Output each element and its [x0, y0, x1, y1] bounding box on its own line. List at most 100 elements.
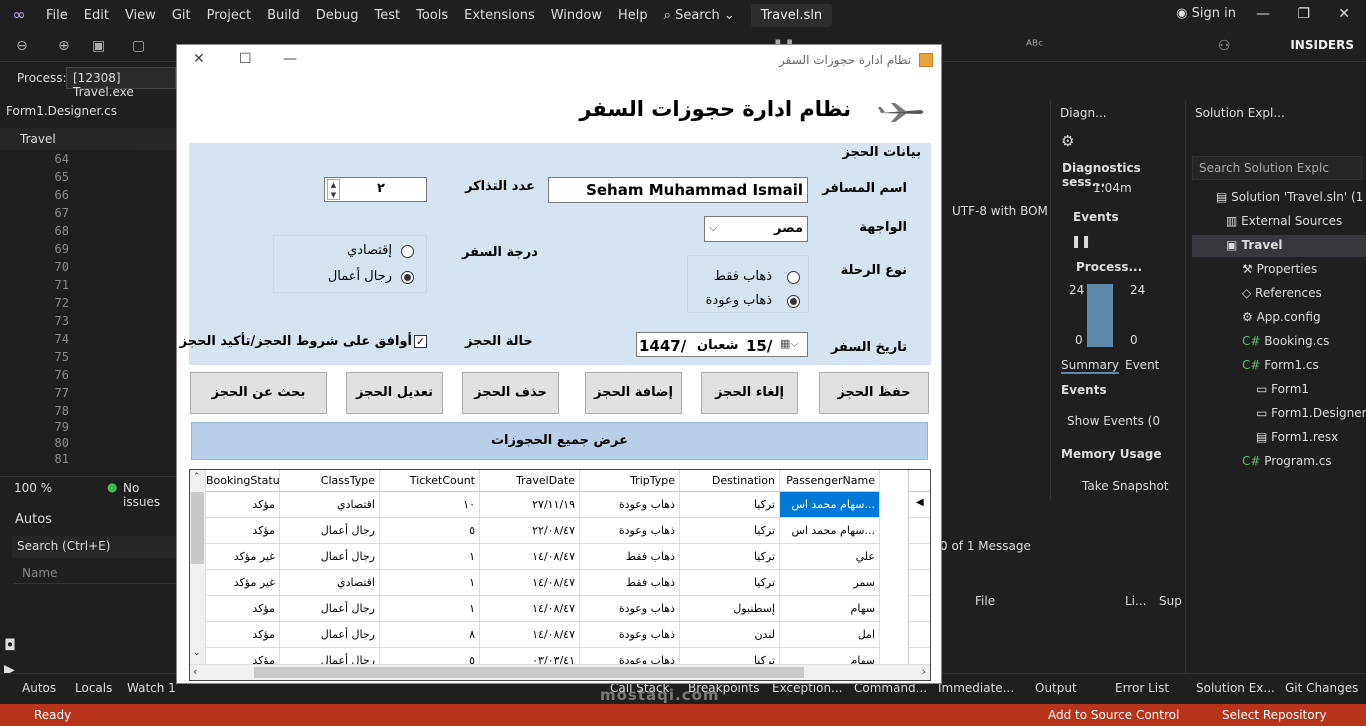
process-select[interactable]: [12308] Travel.exe: [66, 67, 176, 99]
menu-project[interactable]: Project: [199, 8, 259, 23]
gear-icon[interactable]: ⚙: [1061, 132, 1074, 150]
col-ticket-count[interactable]: TicketCount: [380, 470, 480, 492]
tab-immediate[interactable]: Immediate...: [938, 681, 1014, 695]
table-cell[interactable]: ٢٧/١١/١٩: [480, 492, 580, 518]
tree-item-references[interactable]: ◇ References: [1242, 286, 1322, 300]
tree-item-form1-resx[interactable]: ▤ Form1.resx: [1256, 430, 1338, 444]
table-cell[interactable]: ١٠: [380, 492, 480, 518]
table-cell[interactable]: ١٤/٠٨/٤٧: [480, 596, 580, 622]
tab-locals[interactable]: Locals: [75, 681, 112, 695]
menu-help[interactable]: Help: [610, 8, 656, 23]
table-cell[interactable]: ١٤/٠٨/٤٧: [480, 570, 580, 596]
menu-extensions[interactable]: Extensions: [456, 8, 543, 23]
scroll-thumb[interactable]: [191, 492, 204, 564]
tab-git-changes[interactable]: Git Changes: [1285, 681, 1358, 695]
cancel-booking-button[interactable]: إلغاء الحجز: [701, 372, 798, 414]
camera-icon[interactable]: ◘: [4, 636, 16, 654]
tree-item-properties[interactable]: ⚒ Properties: [1242, 262, 1317, 276]
tab-solution-explorer[interactable]: Solution Ex...: [1196, 681, 1275, 695]
trip-round-radio[interactable]: [787, 295, 800, 308]
table-cell[interactable]: سهام محمد اس...: [780, 492, 880, 518]
tab-summary[interactable]: Summary: [1061, 358, 1119, 374]
events-header[interactable]: Events: [1073, 210, 1119, 224]
menu-debug[interactable]: Debug: [308, 8, 367, 23]
col-trip-type[interactable]: TripType: [580, 470, 680, 492]
table-cell[interactable]: تركيا: [680, 518, 780, 544]
tab-error-list[interactable]: Error List: [1115, 681, 1169, 695]
pause-icon[interactable]: ❚❚: [1071, 234, 1091, 248]
ticket-count-stepper[interactable]: ▲ ▼ ٢: [324, 177, 427, 202]
grid-horizontal-scrollbar[interactable]: ‹ ›: [190, 664, 930, 680]
tree-item-solution[interactable]: ▤ Solution 'Travel.sln' (1 c: [1216, 190, 1366, 204]
passenger-name-input[interactable]: Seham Muhammad Ismail: [548, 177, 808, 203]
solution-search-input[interactable]: Search Solution Explc: [1192, 156, 1362, 180]
table-cell[interactable]: إسطنبول: [680, 596, 780, 622]
tab-output[interactable]: Output: [1035, 681, 1077, 695]
col-class-type[interactable]: ClassType: [280, 470, 380, 492]
table-cell[interactable]: رجال أعمال: [280, 544, 380, 570]
minimize-icon[interactable]: —: [283, 51, 297, 67]
table-cell[interactable]: ذهاب وعودة: [580, 492, 680, 518]
col-passenger-name[interactable]: PassengerName: [780, 470, 880, 492]
sign-in-button[interactable]: ◉ Sign in: [1176, 6, 1236, 21]
menu-test[interactable]: Test: [367, 8, 409, 23]
row-header[interactable]: [908, 622, 930, 648]
table-cell[interactable]: رجال أعمال: [280, 518, 380, 544]
open-file-icon[interactable]: ▢: [132, 38, 145, 54]
table-cell[interactable]: تركيا: [680, 570, 780, 596]
forward-icon[interactable]: ⊕: [58, 38, 70, 54]
edit-booking-button[interactable]: تعديل الحجز: [346, 372, 443, 414]
agree-terms-checkbox[interactable]: ✓: [414, 335, 427, 348]
stepper-arrows-icon[interactable]: ▲ ▼: [327, 179, 340, 200]
tree-item-external-sources[interactable]: ▥ External Sources: [1226, 214, 1342, 228]
add-booking-button[interactable]: إضافة الحجز: [585, 372, 682, 414]
scroll-left-icon[interactable]: ‹: [193, 665, 197, 678]
table-cell[interactable]: اقتصادي: [280, 492, 380, 518]
menu-tools[interactable]: Tools: [408, 8, 456, 23]
menu-view[interactable]: View: [117, 8, 164, 23]
table-cell[interactable]: ذهاب وعودة: [580, 622, 680, 648]
show-events-link[interactable]: Show Events (0: [1067, 414, 1160, 428]
menu-edit[interactable]: Edit: [76, 8, 117, 23]
table-cell[interactable]: مؤكد: [206, 492, 280, 518]
tab-events[interactable]: Event: [1125, 358, 1159, 372]
encoding-status[interactable]: UTF-8 with BOM: [952, 204, 1048, 218]
menu-build[interactable]: Build: [259, 8, 308, 23]
row-header[interactable]: [908, 544, 930, 570]
destination-select[interactable]: ⌵ مصر: [704, 216, 808, 242]
table-cell[interactable]: تركيا: [680, 492, 780, 518]
row-header[interactable]: [908, 596, 930, 622]
table-cell[interactable]: سمر: [780, 570, 880, 596]
tree-item-travel[interactable]: ▣ Travel: [1226, 238, 1282, 252]
menu-file[interactable]: File: [38, 8, 76, 23]
table-cell[interactable]: اقتصادي: [280, 570, 380, 596]
table-cell[interactable]: ١٤/٠٨/٤٧: [480, 544, 580, 570]
grid-vertical-scrollbar[interactable]: ⌃ ⌄: [190, 470, 206, 666]
row-header[interactable]: [908, 518, 930, 544]
close-icon[interactable]: ✕: [193, 51, 205, 67]
table-cell[interactable]: ذهاب فقط: [580, 570, 680, 596]
minimize-icon[interactable]: —: [1256, 6, 1270, 22]
class-business-radio[interactable]: [401, 271, 414, 284]
new-project-icon[interactable]: ▣: [92, 38, 105, 54]
table-cell[interactable]: غير مؤكد: [206, 570, 280, 596]
table-cell[interactable]: امل: [780, 622, 880, 648]
table-cell[interactable]: ذهاب وعودة: [580, 518, 680, 544]
class-economy-radio[interactable]: [401, 245, 414, 258]
table-cell[interactable]: سهام: [780, 596, 880, 622]
tree-item-app-config[interactable]: ⚙ App.config: [1242, 310, 1321, 324]
row-header[interactable]: [908, 570, 930, 596]
col-travel-date[interactable]: TravelDate: [480, 470, 580, 492]
menu-git[interactable]: Git: [164, 8, 199, 23]
scroll-up-icon[interactable]: ⌃: [193, 472, 201, 482]
calendar-icon[interactable]: ▦⌵: [780, 337, 799, 351]
spelling-icon[interactable]: ᴬᴮᶜ: [1026, 38, 1043, 54]
take-snapshot-button[interactable]: Take Snapshot: [1082, 479, 1169, 493]
row-header[interactable]: ◀: [908, 492, 930, 518]
table-cell[interactable]: ١: [380, 596, 480, 622]
tab-autos[interactable]: Autos: [22, 681, 56, 695]
table-cell[interactable]: رجال أعمال: [280, 622, 380, 648]
table-cell[interactable]: علي: [780, 544, 880, 570]
tree-item-form1-form[interactable]: ▭ Form1: [1256, 382, 1309, 396]
scroll-thumb[interactable]: [254, 667, 804, 678]
